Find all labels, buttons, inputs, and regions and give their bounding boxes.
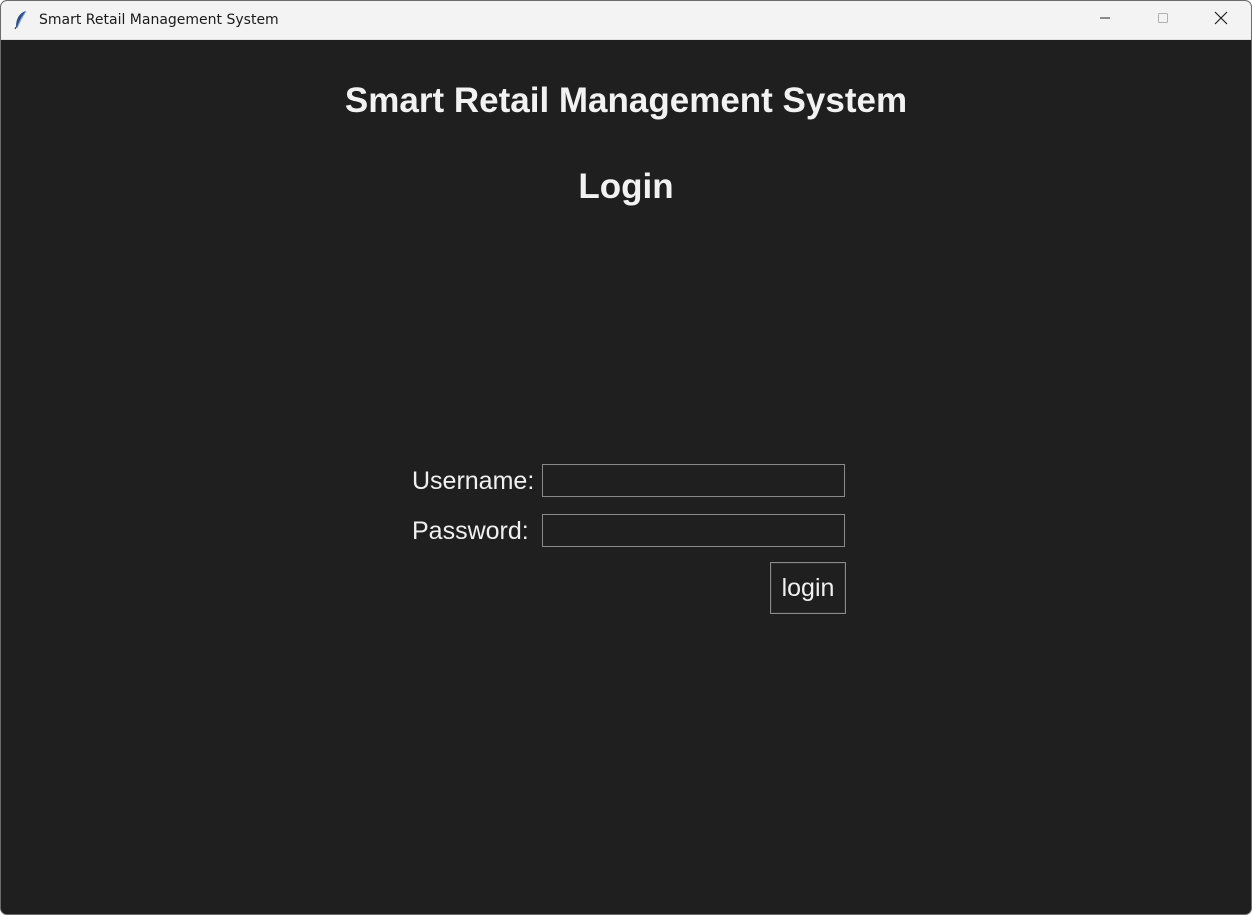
login-screen: Smart Retail Management System Login Use… xyxy=(1,40,1251,914)
username-input[interactable] xyxy=(542,464,845,497)
close-icon xyxy=(1214,11,1228,30)
login-heading: Login xyxy=(578,167,674,206)
window-title: Smart Retail Management System xyxy=(39,12,279,28)
login-button-label: login xyxy=(781,573,835,602)
minimize-button[interactable] xyxy=(1076,1,1134,39)
app-window: Smart Retail Management System Smart Ret… xyxy=(0,0,1252,915)
maximize-button[interactable] xyxy=(1134,1,1192,39)
close-button[interactable] xyxy=(1192,1,1250,39)
password-input[interactable] xyxy=(542,514,845,547)
login-button[interactable]: login xyxy=(770,562,846,614)
feather-icon xyxy=(13,10,29,30)
username-label: Username: xyxy=(412,467,535,495)
minimize-icon xyxy=(1099,11,1111,29)
maximize-icon xyxy=(1157,11,1169,29)
page-title: Smart Retail Management System xyxy=(344,81,908,120)
password-label: Password: xyxy=(412,517,529,545)
title-bar[interactable]: Smart Retail Management System xyxy=(1,1,1251,40)
